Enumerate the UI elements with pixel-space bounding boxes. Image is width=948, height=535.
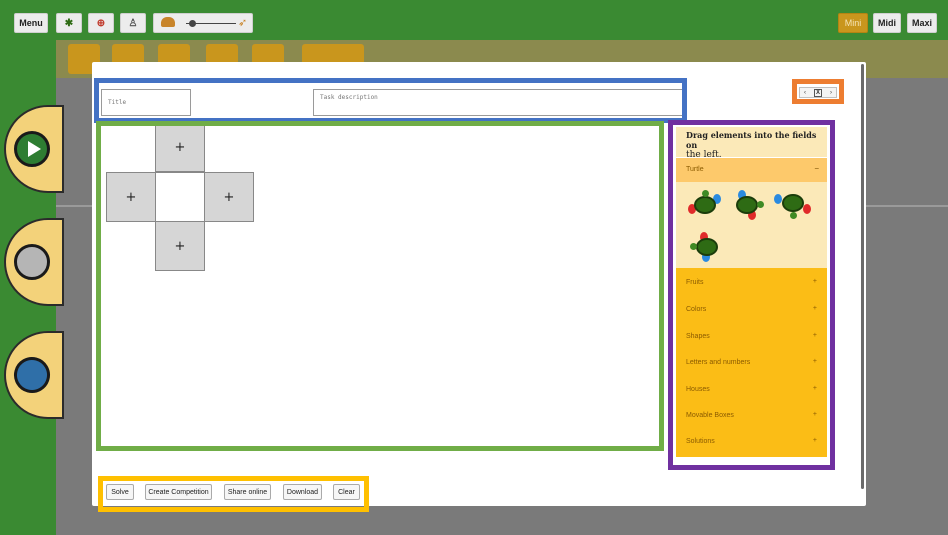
close-highlight — [792, 79, 844, 104]
flag-icon: ⊕ — [96, 17, 106, 29]
play-icon — [14, 131, 50, 167]
maxi-button[interactable]: Maxi — [907, 13, 937, 33]
rocket-icon: ➶ — [238, 16, 248, 29]
speed-slider[interactable]: ➶ — [153, 13, 253, 33]
slider-handle[interactable] — [189, 20, 196, 27]
dialog-scrollbar[interactable] — [861, 64, 864, 489]
eraser-icon — [7, 350, 57, 400]
actions-highlight — [98, 476, 369, 512]
user-button[interactable]: ♙ — [120, 13, 146, 33]
midi-button[interactable]: Midi — [873, 13, 901, 33]
grid-highlight — [96, 121, 664, 451]
snail-icon — [161, 17, 175, 27]
menu-button[interactable]: Menu — [14, 13, 48, 33]
palette-highlight — [668, 120, 835, 470]
header-highlight — [94, 78, 687, 123]
person-icon: ♙ — [128, 17, 138, 29]
language-button[interactable]: ⊕ — [88, 13, 114, 33]
trash-icon — [14, 244, 50, 280]
turtle-mode-button[interactable]: ✱ — [56, 13, 82, 33]
mini-button[interactable]: Mini — [838, 13, 868, 33]
turtle-icon: ✱ — [64, 17, 74, 29]
